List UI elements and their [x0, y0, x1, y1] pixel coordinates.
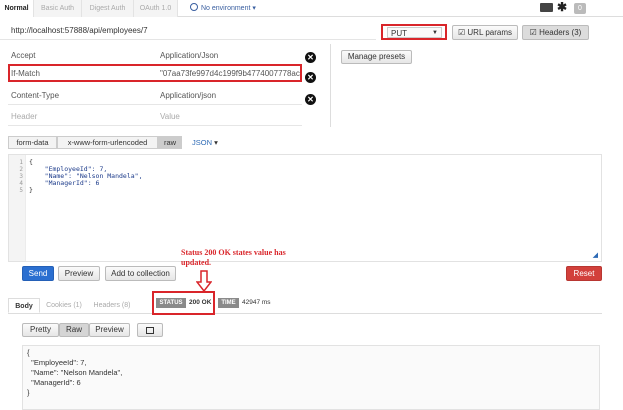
divider: [8, 104, 302, 105]
line-number: 5: [19, 187, 23, 194]
keyboard-icon[interactable]: [540, 3, 553, 12]
headers-label: Headers (3): [539, 28, 582, 37]
pretty-button[interactable]: Pretty: [22, 323, 59, 337]
url-input[interactable]: http://localhost:57888/api/employees/7: [0, 22, 376, 40]
header-value-input[interactable]: Value: [160, 111, 300, 123]
caret-down-icon: ▾: [214, 138, 218, 147]
annotation-arrow-icon: [196, 270, 212, 292]
tab-oauth[interactable]: OAuth 1.0: [134, 0, 178, 17]
response-line: "Name": "Nelson Mandela",: [27, 368, 123, 377]
request-body-editor[interactable]: 1 2 3 4 5 { "EmployeeId": 7, "Name": "Ne…: [8, 154, 602, 262]
annotation-line: Status 200 OK states value has: [181, 248, 286, 257]
url-params-label: URL params: [467, 28, 512, 37]
tab-basic-auth[interactable]: Basic Auth: [34, 0, 82, 17]
time-label: TIME: [218, 298, 239, 308]
divider: [8, 313, 602, 314]
annotation-line: updated.: [181, 258, 212, 267]
add-to-collection-button[interactable]: Add to collection: [105, 266, 176, 281]
tab-response-headers[interactable]: Headers (8): [89, 298, 135, 313]
resize-handle-icon[interactable]: ◢: [593, 251, 598, 259]
line-number: 4: [19, 180, 23, 187]
preview-button[interactable]: Preview: [58, 266, 100, 281]
response-line: {: [27, 348, 30, 357]
wrap-icon: [146, 327, 154, 334]
header-key-if-match[interactable]: If-Match: [11, 68, 40, 80]
tab-normal[interactable]: Normal: [0, 0, 34, 17]
line-number: 1: [19, 159, 23, 166]
reset-button[interactable]: Reset: [566, 266, 602, 281]
tab-response-cookies[interactable]: Cookies (1): [41, 298, 87, 313]
auth-tabs: Normal Basic Auth Digest Auth OAuth 1.0: [0, 0, 623, 17]
headers-button[interactable]: ☑ Headers (3): [522, 25, 589, 40]
caret-down-icon: ▼: [432, 30, 438, 36]
raw-button[interactable]: Raw: [59, 323, 89, 337]
body-format-label: JSON: [192, 138, 213, 147]
preview-mode-button[interactable]: Preview: [89, 323, 130, 337]
tab-raw[interactable]: raw: [158, 136, 182, 149]
tab-form-data[interactable]: form-data: [8, 136, 57, 149]
count-badge[interactable]: 0: [574, 3, 586, 14]
environment-selector[interactable]: No environment ▾: [190, 3, 256, 14]
response-line: "EmployeeId": 7,: [27, 358, 87, 367]
line-gutter: 1 2 3 4 5: [9, 155, 26, 261]
tab-digest-auth[interactable]: Digest Auth: [82, 0, 134, 17]
edit-icon: ☑: [457, 28, 466, 37]
line-number: 2: [19, 166, 23, 173]
response-body: { "EmployeeId": 7, "Name": "Nelson Mande…: [22, 345, 600, 410]
manage-presets-button[interactable]: Manage presets: [341, 50, 412, 64]
delete-header-icon[interactable]: ✕: [305, 94, 316, 105]
gear-icon: [190, 3, 198, 11]
code-line: }: [29, 186, 33, 194]
header-value-content-type[interactable]: Application/json: [160, 90, 300, 102]
header-value-accept[interactable]: Application/Json: [160, 50, 300, 62]
delete-header-icon[interactable]: ✕: [305, 52, 316, 63]
response-line: }: [27, 388, 30, 397]
header-value-if-match[interactable]: "07aa73fe997d4c199f9b4774007778ac: [160, 68, 300, 80]
divider: [330, 44, 331, 127]
response-line: "ManagerId": 6: [27, 378, 81, 387]
delete-header-icon[interactable]: ✕: [305, 72, 316, 83]
annotation-text: Status 200 OK states value has updated.: [181, 248, 311, 268]
code-line: "ManagerId": 6: [29, 179, 100, 187]
header-key-content-type[interactable]: Content-Type: [11, 90, 59, 102]
divider: [8, 125, 302, 126]
tab-response-body[interactable]: Body: [8, 298, 40, 313]
edit-icon: ☑: [529, 28, 537, 37]
header-key-accept[interactable]: Accept: [11, 50, 35, 62]
method-select[interactable]: PUT ▼: [387, 27, 442, 38]
url-params-button[interactable]: ☑ URL params: [452, 25, 518, 40]
header-key-input[interactable]: Header: [11, 111, 37, 123]
method-highlight: PUT ▼: [381, 24, 447, 40]
wrap-toggle-button[interactable]: [137, 323, 163, 337]
method-value: PUT: [391, 29, 407, 38]
tab-x-www-form-urlencoded[interactable]: x-www-form-urlencoded: [57, 136, 158, 149]
tools-icon[interactable]: ✱: [557, 0, 567, 14]
time-value: 42947 ms: [242, 299, 271, 306]
status-value: 200 OK: [189, 299, 212, 306]
body-format-select[interactable]: JSON ▾: [192, 137, 218, 148]
caret-down-icon: ▾: [252, 5, 256, 12]
line-number: 3: [19, 173, 23, 180]
status-label: STATUS: [156, 298, 186, 308]
send-button[interactable]: Send: [22, 266, 54, 281]
environment-label: No environment: [201, 5, 251, 12]
